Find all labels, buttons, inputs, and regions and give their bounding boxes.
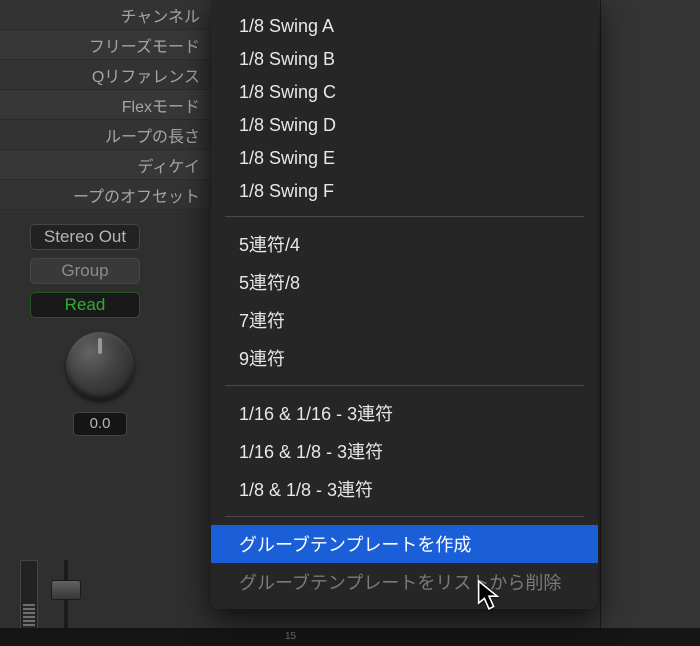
menu-separator	[225, 516, 584, 517]
ruler-tick-15: 15	[285, 631, 296, 642]
menu-swing-c[interactable]: 1/8 Swing C	[211, 76, 598, 109]
arrange-area-bg	[600, 0, 700, 640]
output-button[interactable]: Stereo Out	[30, 224, 140, 250]
menu-swing-e[interactable]: 1/8 Swing E	[211, 142, 598, 175]
menu-remove-groove-template: グルーブテンプレートをリストから削除	[211, 563, 598, 601]
automation-mode-button[interactable]: Read	[30, 292, 140, 318]
menu-separator	[225, 385, 584, 386]
menu-compound-2[interactable]: 1/16 & 1/8 - 3連符	[211, 432, 598, 470]
menu-5tuplet-4[interactable]: 5連符/4	[211, 225, 598, 263]
pan-control: 0.0	[30, 332, 170, 436]
menu-swing-d[interactable]: 1/8 Swing D	[211, 109, 598, 142]
group-button[interactable]: Group	[30, 258, 140, 284]
menu-9tuplet[interactable]: 9連符	[211, 339, 598, 377]
menu-separator	[225, 216, 584, 217]
param-loop-length[interactable]: ループの長さ	[0, 120, 210, 150]
param-flex-mode[interactable]: Flexモード	[0, 90, 210, 120]
menu-compound-1[interactable]: 1/16 & 1/16 - 3連符	[211, 394, 598, 432]
menu-swing-b[interactable]: 1/8 Swing B	[211, 43, 598, 76]
menu-create-groove-template[interactable]: グルーブテンプレートを作成	[211, 525, 598, 563]
menu-swing-a[interactable]: 1/8 Swing A	[211, 10, 598, 43]
pan-value-field[interactable]: 0.0	[73, 412, 127, 436]
param-q-reference[interactable]: Qリファレンス	[0, 60, 210, 90]
timeline-ruler[interactable]	[0, 628, 700, 646]
menu-7tuplet[interactable]: 7連符	[211, 301, 598, 339]
menu-swing-f[interactable]: 1/8 Swing F	[211, 175, 598, 208]
inspector-panel: チャンネル フリーズモード Qリファレンス Flexモード ループの長さ ディケ…	[0, 0, 210, 436]
pan-knob[interactable]	[66, 332, 134, 400]
param-decay[interactable]: ディケイ	[0, 150, 210, 180]
param-loop-offset[interactable]: ープのオフセット	[0, 180, 210, 210]
param-channel[interactable]: チャンネル	[0, 0, 210, 30]
fader-thumb[interactable]	[51, 580, 81, 600]
menu-5tuplet-8[interactable]: 5連符/8	[211, 263, 598, 301]
quantize-menu: 1/8 Swing A 1/8 Swing B 1/8 Swing C 1/8 …	[211, 0, 598, 609]
menu-compound-3[interactable]: 1/8 & 1/8 - 3連符	[211, 470, 598, 508]
channel-strip: Stereo Out Group Read 0.0	[0, 210, 210, 436]
param-freeze-mode[interactable]: フリーズモード	[0, 30, 210, 60]
